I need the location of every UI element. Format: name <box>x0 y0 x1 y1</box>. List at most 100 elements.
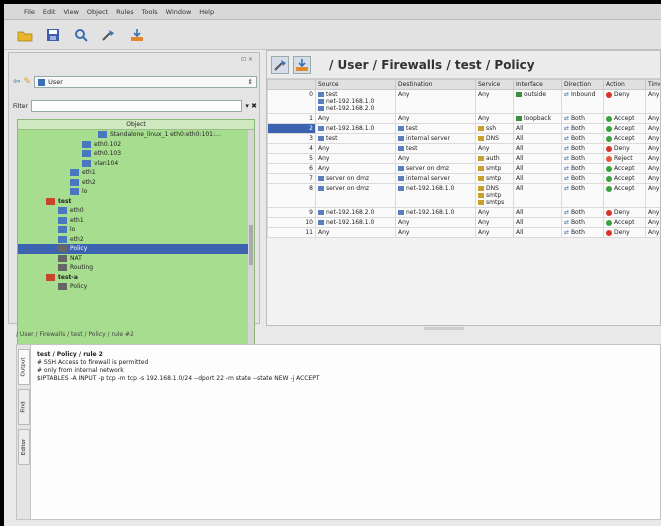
direction-cell[interactable]: ⇄ Both <box>561 143 604 154</box>
table-cell[interactable]: Any <box>395 217 476 228</box>
direction-cell[interactable]: ⇄ Both <box>561 227 604 238</box>
table-row[interactable]: 9 net-192.168.2.0 net-192.168.1.0 Any All ⇄ B… <box>267 207 660 218</box>
table-cell[interactable]: All <box>513 163 562 174</box>
table-cell[interactable]: smtp <box>475 163 514 174</box>
tab-output[interactable]: Output <box>18 349 30 385</box>
table-row[interactable]: 5 Any Any auth All ⇄ Both Reject Any <box>267 153 660 164</box>
tree-item[interactable]: eth2 <box>18 178 254 188</box>
tree-item[interactable]: eth0.103 <box>18 149 254 159</box>
action-cell[interactable]: Deny <box>603 89 646 114</box>
rule-number[interactable]: 5 <box>267 153 316 164</box>
action-cell[interactable]: Deny <box>603 227 646 238</box>
table-cell[interactable]: Any <box>395 113 476 124</box>
menu-item[interactable]: Object <box>87 8 108 16</box>
time-cell[interactable]: Any <box>645 227 660 238</box>
time-cell[interactable]: Any <box>645 143 660 154</box>
table-cell[interactable]: Any <box>395 153 476 164</box>
table-cell[interactable]: smtp <box>475 173 514 184</box>
time-cell[interactable]: Any <box>645 217 660 228</box>
direction-cell[interactable]: ⇄ Both <box>561 183 604 208</box>
table-cell[interactable]: loopback <box>513 113 562 124</box>
time-cell[interactable]: Any <box>645 133 660 144</box>
table-row[interactable]: 0 test net-192.168.1.0 net-192.168.2.0 Any An… <box>267 89 660 114</box>
tree-item[interactable]: test <box>18 197 254 207</box>
table-cell[interactable]: test <box>395 123 476 134</box>
table-row[interactable]: 4 Any test Any All ⇄ Both Deny Any <box>267 143 660 154</box>
pane-controls[interactable]: ⊡ ✕ <box>9 53 259 65</box>
rule-number[interactable]: 10 <box>267 217 316 228</box>
rule-number[interactable]: 3 <box>267 133 316 144</box>
action-cell[interactable]: Accept <box>603 183 646 208</box>
back-icon[interactable]: ⇦ <box>13 77 21 87</box>
table-cell[interactable]: test net-192.168.1.0 net-192.168.2.0 <box>315 89 396 114</box>
table-cell[interactable]: net-192.168.1.0 <box>395 207 476 218</box>
tree-item[interactable]: Policy <box>18 244 254 254</box>
time-cell[interactable]: Any <box>645 153 660 164</box>
new-object-icon[interactable]: ✎ <box>24 77 32 87</box>
tree-scrollbar[interactable] <box>248 130 254 364</box>
rule-number[interactable]: 6 <box>267 163 316 174</box>
rule-number[interactable]: 9 <box>267 207 316 218</box>
action-cell[interactable]: Deny <box>603 207 646 218</box>
tree-item[interactable]: eth2 <box>18 235 254 245</box>
menu-item[interactable]: Window <box>166 8 192 16</box>
table-cell[interactable]: Any <box>475 227 514 238</box>
table-cell[interactable]: internal server <box>395 133 476 144</box>
table-cell[interactable]: internal server <box>395 173 476 184</box>
column-header[interactable]: Service <box>475 79 514 90</box>
table-cell[interactable]: Any <box>475 89 514 114</box>
action-cell[interactable]: Accept <box>603 123 646 134</box>
tree-item[interactable]: eth1 <box>18 216 254 226</box>
rule-number[interactable]: 8 <box>267 183 316 208</box>
time-cell[interactable]: Any <box>645 183 660 208</box>
tab-editor[interactable]: Editor <box>18 429 30 465</box>
direction-cell[interactable]: ⇄ Both <box>561 207 604 218</box>
column-header[interactable]: Direction <box>561 79 604 90</box>
rule-number[interactable]: 1 <box>267 113 316 124</box>
table-row[interactable]: 2 net-192.168.1.0 test ssh All ⇄ Both Accept An… <box>267 123 660 134</box>
compile-rule-icon[interactable] <box>271 55 289 74</box>
table-row[interactable]: 1 Any Any Any loopback ⇄ Both Accept Any <box>267 113 660 124</box>
direction-cell[interactable]: ⇄ Both <box>561 217 604 228</box>
tree-item[interactable]: eth0 <box>18 206 254 216</box>
table-cell[interactable]: All <box>513 143 562 154</box>
table-cell[interactable]: Any <box>475 143 514 154</box>
table-cell[interactable]: All <box>513 153 562 164</box>
tree-item[interactable]: eth1 <box>18 168 254 178</box>
time-cell[interactable]: Any <box>645 173 660 184</box>
direction-cell[interactable]: ⇄ Inbound <box>561 89 604 114</box>
table-cell[interactable]: All <box>513 227 562 238</box>
direction-cell[interactable]: ⇄ Both <box>561 123 604 134</box>
table-cell[interactable]: All <box>513 183 562 208</box>
tree-item[interactable]: eth0.102 <box>18 140 254 150</box>
menu-item[interactable]: Edit <box>43 8 56 16</box>
rule-number[interactable]: 2 <box>267 123 316 134</box>
table-cell[interactable]: All <box>513 133 562 144</box>
table-cell[interactable]: outside <box>513 89 562 114</box>
table-cell[interactable]: Any <box>475 113 514 124</box>
search-icon[interactable] <box>72 26 90 44</box>
rule-number[interactable]: 4 <box>267 143 316 154</box>
column-header[interactable]: Action <box>603 79 646 90</box>
table-row[interactable]: 3 test internal server DNS All ⇄ Both Accept An… <box>267 133 660 144</box>
table-cell[interactable]: Any <box>315 227 396 238</box>
tree-item[interactable]: test-a <box>18 273 254 283</box>
rule-number[interactable]: 0 <box>267 89 316 114</box>
action-cell[interactable]: Deny <box>603 143 646 154</box>
table-cell[interactable]: DNS smtp smtps <box>475 183 514 208</box>
table-cell[interactable]: auth <box>475 153 514 164</box>
menu-item[interactable]: View <box>63 8 78 16</box>
action-cell[interactable]: Accept <box>603 133 646 144</box>
table-cell[interactable]: Any <box>315 113 396 124</box>
tree-item[interactable]: Routing <box>18 263 254 273</box>
table-cell[interactable]: net-192.168.1.0 <box>395 183 476 208</box>
menu-item[interactable]: Rules <box>116 8 134 16</box>
table-cell[interactable]: net-192.168.1.0 <box>315 217 396 228</box>
table-cell[interactable]: net-192.168.1.0 <box>315 123 396 134</box>
table-cell[interactable]: ssh <box>475 123 514 134</box>
direction-cell[interactable]: ⇄ Both <box>561 113 604 124</box>
action-cell[interactable]: Reject <box>603 153 646 164</box>
install-icon[interactable] <box>128 26 146 44</box>
table-cell[interactable]: Any <box>395 89 476 114</box>
tree-item[interactable]: lo <box>18 225 254 235</box>
